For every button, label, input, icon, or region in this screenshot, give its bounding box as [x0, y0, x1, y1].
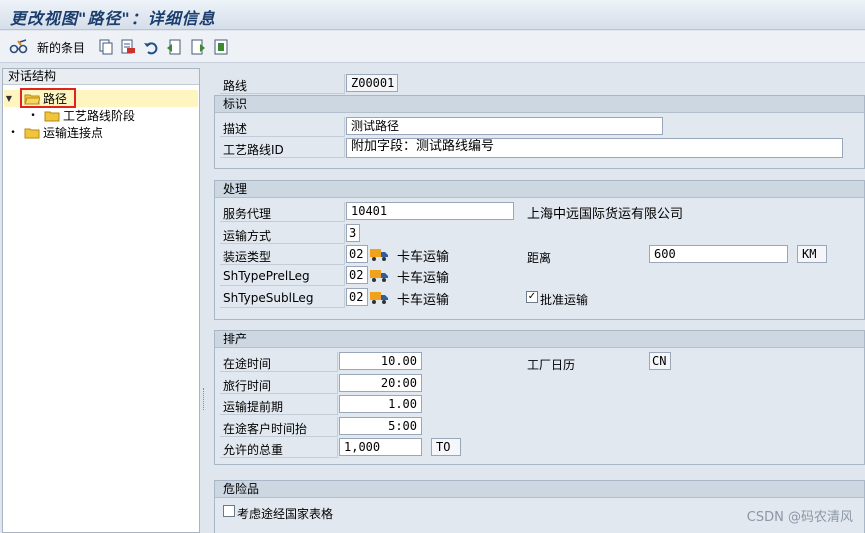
- select-all-icon[interactable]: [213, 38, 229, 56]
- pane-splitter[interactable]: [202, 68, 208, 533]
- transit-time-label: 在途时间: [223, 357, 272, 371]
- transit-time-field[interactable]: 10.00: [339, 352, 422, 370]
- shipment-type-label: 装运类型: [223, 250, 272, 264]
- next-entry-icon[interactable]: [190, 38, 206, 56]
- selection-highlight-box: [20, 88, 76, 108]
- tree-label-process-route-stage: 工艺路线阶段: [63, 109, 136, 123]
- subl-leg-label: ShTypeSublLeg: [223, 291, 314, 305]
- hazardous-group-title: 危险品: [215, 481, 864, 498]
- description-label: 描述: [223, 122, 248, 136]
- previous-entry-icon[interactable]: [166, 38, 182, 56]
- scheduling-group-title: 排产: [215, 331, 864, 348]
- dialog-structure-header: 对话结构: [3, 69, 199, 85]
- route-label: 路线: [223, 79, 248, 93]
- watermark: CSDN @码农清风: [746, 510, 853, 525]
- approve-transport-checkbox[interactable]: ✓: [526, 291, 538, 303]
- folder-icon: [24, 128, 40, 138]
- customer-time-field[interactable]: 5:00: [339, 417, 422, 435]
- truck-icon: [370, 270, 388, 282]
- edit-glasses-icon[interactable]: [9, 38, 29, 56]
- lead-time-field[interactable]: 1.00: [339, 395, 422, 413]
- total-weight-label: 允许的总重: [223, 443, 284, 457]
- subl-leg-text: 卡车运输: [397, 293, 450, 308]
- lead-time-label: 运输提前期: [223, 400, 284, 414]
- title-bar: 更改视图"路径"：详细信息: [0, 0, 865, 30]
- delete-icon[interactable]: [120, 38, 136, 56]
- tree-node-transport-connection[interactable]: • 运输连接点: [8, 124, 103, 141]
- customer-time-label: 在途客户时间抬: [223, 422, 308, 436]
- transport-mode-label: 运输方式: [223, 229, 272, 243]
- shipment-type-text: 卡车运输: [397, 250, 450, 265]
- distance-field[interactable]: 600: [649, 245, 788, 263]
- prel-leg-text: 卡车运输: [397, 271, 450, 286]
- truck-icon: [370, 292, 388, 304]
- identification-group-title: 标识: [215, 96, 864, 113]
- total-weight-field[interactable]: 1,000: [339, 438, 422, 456]
- distance-label: 距离: [527, 251, 552, 265]
- prel-leg-label: ShTypePrelLeg: [223, 269, 310, 283]
- route-field[interactable]: Z00001: [346, 74, 398, 92]
- expanded-arrow-icon[interactable]: ▼: [4, 94, 14, 103]
- window-title: 更改视图"路径"：详细信息: [10, 9, 216, 28]
- copy-icon[interactable]: [98, 38, 114, 56]
- description-field[interactable]: 测试路径: [346, 117, 663, 135]
- total-weight-unit-field[interactable]: TO: [431, 438, 461, 456]
- service-agent-name: 上海中远国际货运有限公司: [527, 207, 684, 222]
- new-entries-label: 新的条目: [37, 40, 86, 55]
- distance-unit-field[interactable]: KM: [797, 245, 827, 263]
- folder-icon: [44, 111, 60, 121]
- service-agent-field[interactable]: 10401: [346, 202, 514, 220]
- bullet-icon: •: [30, 110, 36, 121]
- consider-countries-checkbox[interactable]: [223, 505, 235, 517]
- undo-icon[interactable]: [143, 38, 159, 56]
- process-route-id-field[interactable]: 附加字段：测试路线编号: [346, 138, 843, 158]
- bullet-icon: •: [10, 127, 16, 138]
- application-toolbar: 新的条目: [0, 31, 865, 63]
- new-entries-button[interactable]: 新的条目: [37, 38, 85, 56]
- transport-mode-field[interactable]: 3: [346, 224, 360, 242]
- subl-leg-field[interactable]: 02: [346, 288, 368, 306]
- service-agent-label: 服务代理: [223, 207, 272, 221]
- process-route-id-label: 工艺路线ID: [223, 143, 284, 157]
- tree-label-transport-connection: 运输连接点: [43, 126, 104, 140]
- factory-calendar-field[interactable]: CN: [649, 352, 671, 370]
- approve-transport-label: 批准运输: [540, 293, 589, 307]
- processing-group-title: 处理: [215, 181, 864, 198]
- tree-node-process-route-stage[interactable]: • 工艺路线阶段: [28, 107, 135, 124]
- factory-calendar-label: 工厂日历: [527, 358, 576, 372]
- prel-leg-field[interactable]: 02: [346, 266, 368, 284]
- consider-countries-label: 考虑途经国家表格: [237, 507, 334, 521]
- shipment-type-field[interactable]: 02: [346, 245, 368, 263]
- travel-time-field[interactable]: 20:00: [339, 374, 422, 392]
- travel-time-label: 旅行时间: [223, 379, 272, 393]
- truck-icon: [370, 249, 388, 261]
